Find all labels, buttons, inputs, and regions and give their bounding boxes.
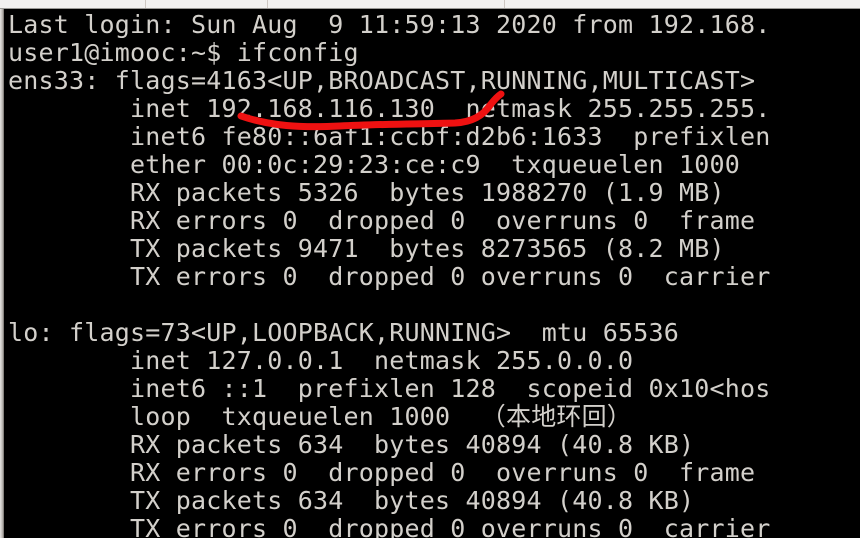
terminal-line-prompt: user1@imooc:~$ ifconfig	[8, 38, 359, 67]
terminal-line: RX packets 634 bytes 40894 (40.8 KB)	[8, 430, 695, 459]
terminal-output-area[interactable]: Last login: Sun Aug 9 11:59:13 2020 from…	[4, 9, 860, 538]
terminal-line: RX packets 5326 bytes 1988270 (1.9 MB)	[8, 178, 725, 207]
terminal-line: TX packets 9471 bytes 8273565 (8.2 MB)	[8, 234, 725, 263]
tab-separator-1	[145, 0, 146, 8]
terminal-screen: Last login: Sun Aug 9 11:59:13 2020 from…	[4, 11, 860, 538]
terminal-line: loop txqueuelen 1000 （本地环回）	[8, 402, 632, 431]
terminal-line: TX errors 0 dropped 0 overruns 0 carrier	[8, 514, 771, 538]
terminal-line: ens33: flags=4163<UP,BROADCAST,RUNNING,M…	[8, 66, 756, 95]
tab-separator-3	[504, 0, 505, 8]
terminal-line: RX errors 0 dropped 0 overruns 0 frame	[8, 206, 756, 235]
tab-separator-2	[267, 0, 268, 8]
terminal-line: inet6 fe80::6af1:ccbf:d2b6:1633 prefixle…	[8, 122, 771, 151]
terminal-line-inet: inet 192.168.116.130 netmask 255.255.255…	[8, 94, 771, 123]
terminal-line: inet 127.0.0.1 netmask 255.0.0.0	[8, 346, 634, 375]
terminal-line: TX packets 634 bytes 40894 (40.8 KB)	[8, 486, 695, 515]
terminal-line: ether 00:0c:29:23:ce:c9 txqueuelen 1000	[8, 150, 741, 179]
window-left-border	[0, 9, 4, 538]
terminal-line: inet6 ::1 prefixlen 128 scopeid 0x10<hos	[8, 374, 771, 403]
terminal-line: TX errors 0 dropped 0 overruns 0 carrier	[8, 262, 771, 291]
terminal-line: Last login: Sun Aug 9 11:59:13 2020 from…	[8, 10, 771, 39]
terminal-window: Last login: Sun Aug 9 11:59:13 2020 from…	[0, 0, 860, 538]
terminal-line: RX errors 0 dropped 0 overruns 0 frame	[8, 458, 756, 487]
window-tab-strip[interactable]	[0, 0, 860, 9]
terminal-line: lo: flags=73<UP,LOOPBACK,RUNNING> mtu 65…	[8, 318, 680, 347]
